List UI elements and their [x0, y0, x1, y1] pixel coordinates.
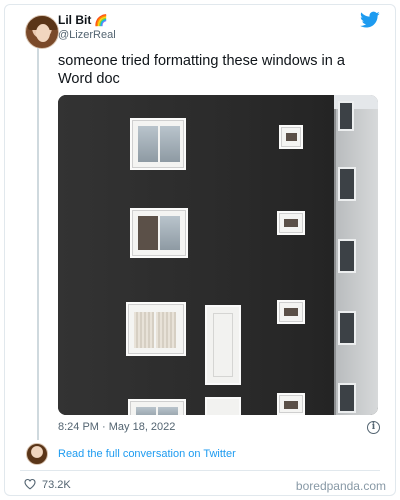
tweet-text: someone tried formatting these windows i…: [58, 53, 345, 87]
window-pane: [286, 133, 297, 141]
author-handle[interactable]: @LizerReal: [58, 29, 116, 41]
read-conversation-link[interactable]: Read the full conversation on Twitter: [58, 448, 236, 460]
divider: [20, 470, 380, 471]
window-pane: [138, 216, 158, 250]
window-pane: [136, 407, 156, 415]
window-large: [130, 208, 188, 258]
window-pane: [160, 216, 180, 250]
window-pane: [160, 126, 180, 162]
rainbow-emoji: 🌈: [94, 15, 109, 27]
window-large: [130, 118, 186, 170]
heart-icon[interactable]: [24, 478, 36, 490]
window-small: [277, 393, 305, 415]
door-panel: [213, 313, 233, 377]
author-avatar[interactable]: [25, 15, 59, 49]
info-icon[interactable]: i: [367, 421, 380, 434]
watermark: boredpanda.com: [295, 479, 386, 493]
window-large: [126, 302, 186, 356]
thread-line: [37, 48, 39, 440]
window-pane: [284, 308, 298, 316]
door: [205, 397, 241, 415]
window-small: [279, 125, 303, 149]
side-window: [338, 383, 356, 413]
window-large: [128, 399, 186, 415]
side-window: [338, 311, 356, 345]
reply-avatar: [26, 443, 48, 465]
author-name[interactable]: Lil Bit 🌈: [58, 13, 108, 27]
like-count: 73.2K: [42, 479, 71, 491]
tweet-photo[interactable]: [58, 95, 378, 415]
tweet-timestamp[interactable]: 8:24 PM · May 18, 2022: [58, 421, 175, 433]
window-pane: [284, 219, 298, 227]
author-name-text: Lil Bit: [58, 13, 92, 27]
window-small: [277, 300, 305, 324]
avatar-face: [36, 24, 50, 42]
window-pane: [284, 401, 298, 409]
twitter-bird-icon[interactable]: [360, 11, 380, 29]
window-pane: [158, 407, 178, 415]
window-curtain: [156, 312, 176, 348]
side-window: [338, 167, 356, 201]
window-pane: [138, 126, 158, 162]
door: [205, 305, 241, 385]
side-window: [338, 101, 354, 131]
side-window: [338, 239, 356, 273]
window-small: [277, 211, 305, 235]
window-curtain: [134, 312, 154, 348]
